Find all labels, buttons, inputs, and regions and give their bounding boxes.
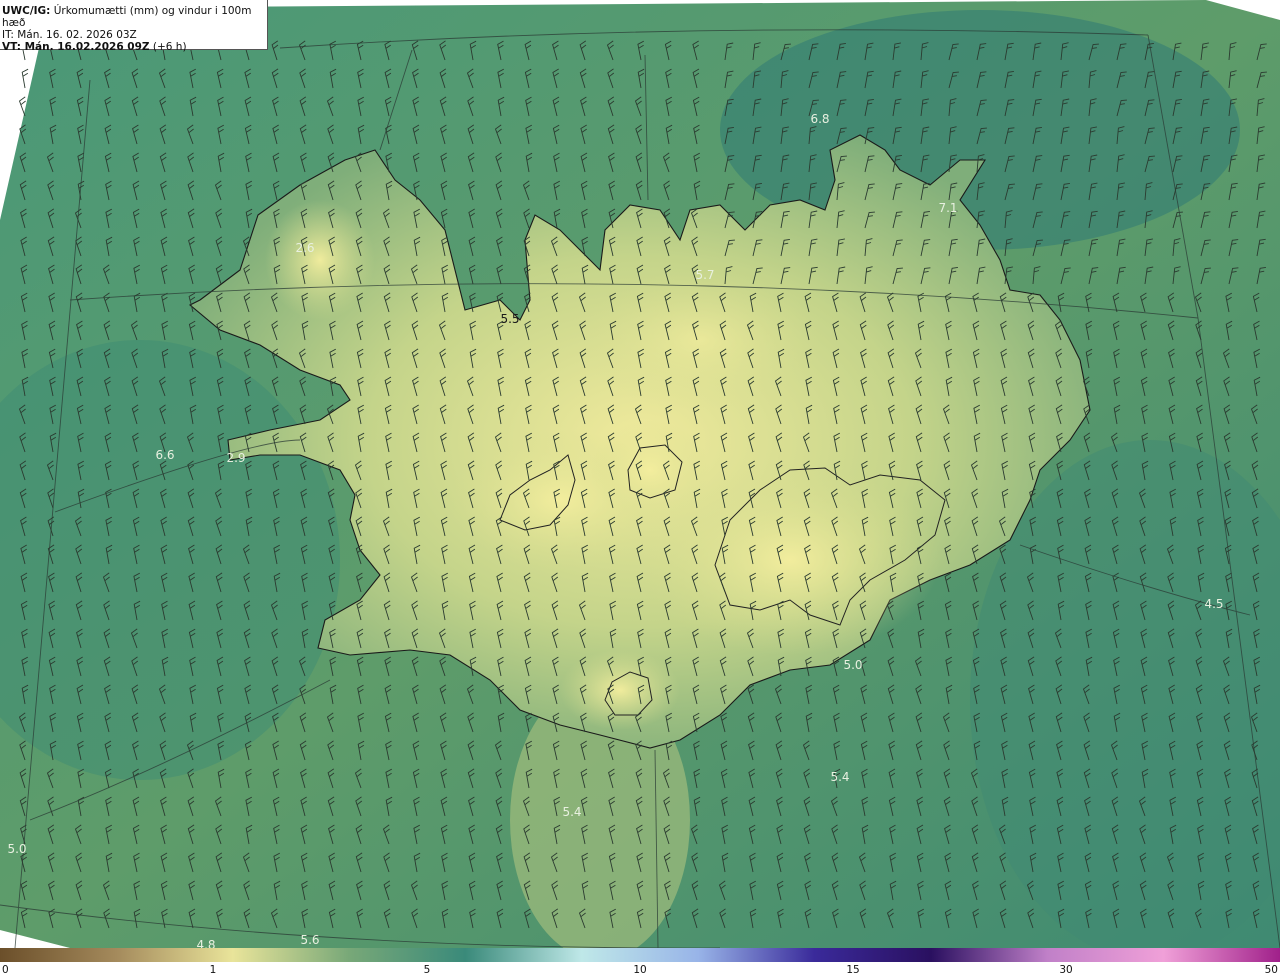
map-canvas: [0, 0, 1280, 948]
colorbar-tick: 10: [633, 964, 647, 976]
colorbar-tick: 15: [846, 964, 860, 976]
colorbar-tick: 5: [423, 964, 431, 976]
lead-time: (+6 h): [152, 41, 187, 53]
value-label: 6.8: [810, 112, 830, 126]
valid-time-line: VT: Mán. 16.02.2026 09Z (+6 h): [2, 41, 267, 53]
value-label: 5.6: [300, 933, 320, 947]
product-code: UWC/IG:: [2, 5, 51, 17]
value-label: 5.5: [500, 312, 520, 326]
colorbar-tick: 50: [1264, 964, 1278, 976]
colorbar-tick: 30: [1059, 964, 1073, 976]
map-title-box: UWC/IG: Úrkomumætti (mm) og vindur i 100…: [0, 0, 268, 53]
highland-north: [580, 270, 820, 410]
highland-hofsjokull: [590, 420, 710, 520]
value-label: 4.5: [1204, 597, 1224, 611]
value-label: 7.1: [938, 201, 958, 215]
value-label: 5.0: [843, 658, 863, 672]
colorbar-tick: 0: [2, 964, 9, 976]
value-label: 5.4: [830, 770, 850, 784]
value-label: 5.7: [695, 268, 715, 282]
map-title-line: UWC/IG: Úrkomumætti (mm) og vindur i 100…: [2, 5, 267, 29]
value-label: 5.4: [562, 805, 582, 819]
value-label: 2.9: [226, 451, 246, 465]
value-label: 2.6: [295, 241, 315, 255]
valid-time: VT: Mán. 16.02.2026 09Z: [2, 41, 150, 53]
highland-myrdalsjokull: [560, 650, 680, 730]
value-label: 5.0: [7, 842, 27, 856]
colorbar: [0, 948, 1280, 962]
init-time: IT: Mán. 16. 02. 2026 03Z: [2, 29, 137, 41]
value-label: 6.6: [155, 448, 175, 462]
colorbar-tick: 1: [209, 964, 217, 976]
